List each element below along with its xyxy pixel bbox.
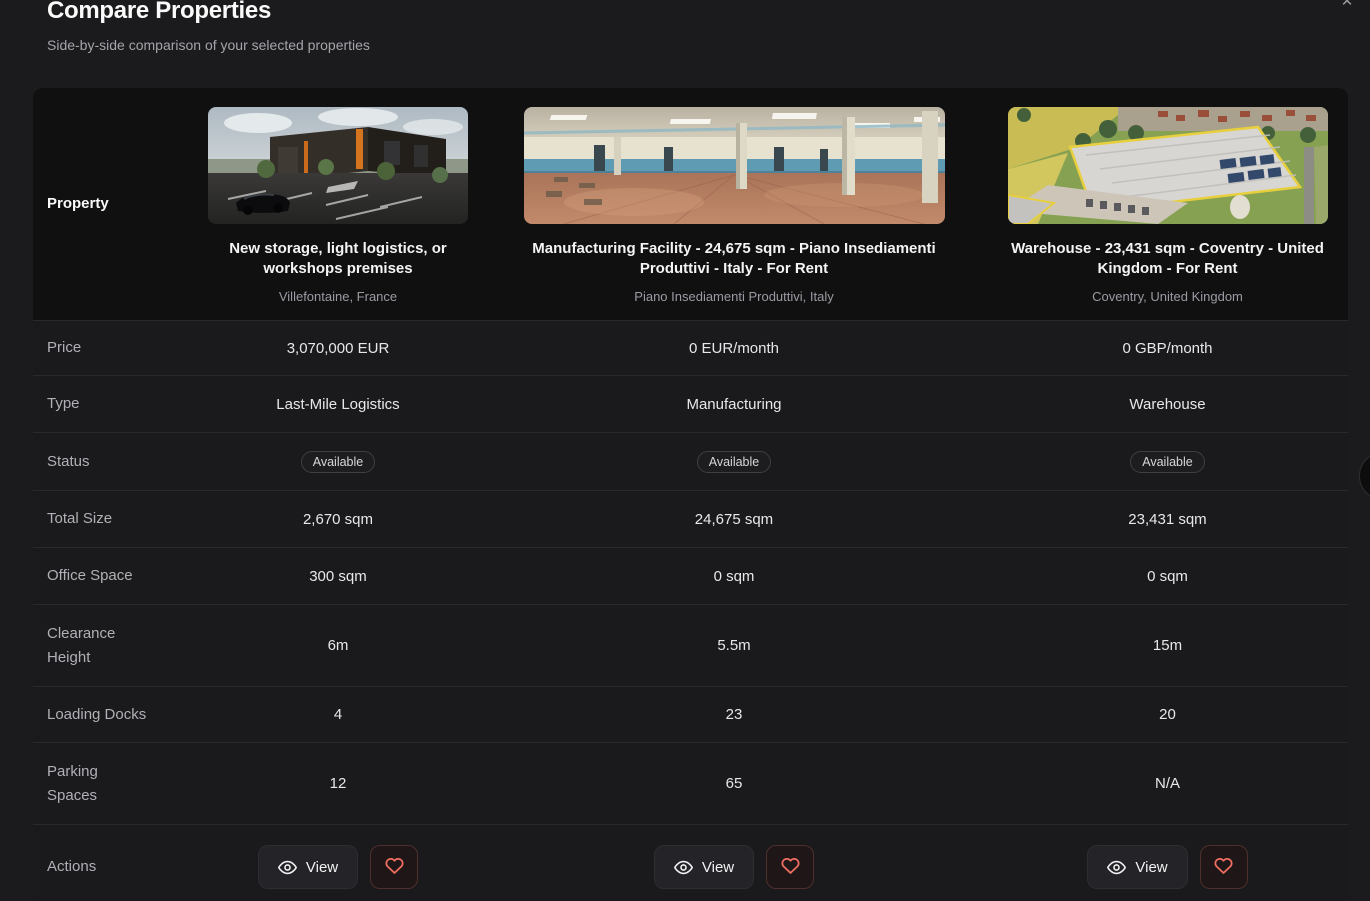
heart-icon — [384, 855, 405, 879]
property-card-3: Warehouse - 23,431 sqm - Coventry - Unit… — [987, 88, 1348, 304]
row-label-clearance-height: Clearance Height — [47, 624, 116, 666]
table-row-actions: Actions View View View — [33, 824, 1348, 901]
view-button-label: View — [701, 858, 735, 876]
property-photo-2 — [523, 107, 945, 224]
status-badge: Available — [300, 450, 376, 473]
favorite-button[interactable] — [766, 845, 815, 889]
table-row-loading-docks: Loading Docks 4 23 20 — [33, 686, 1348, 742]
type-value: Warehouse — [1129, 395, 1206, 413]
property-location: Villefontaine, France — [278, 288, 398, 304]
comparison-table: Property New storage, light logistics, o… — [33, 88, 1348, 901]
edge-floating-button[interactable] — [1359, 452, 1370, 500]
property-photo-1 — [208, 107, 468, 224]
clearance-height-value: 15m — [1152, 637, 1183, 654]
table-row-clearance-height: Clearance Height 6m 5.5m 15m — [33, 604, 1348, 686]
row-label-status: Status — [47, 452, 90, 470]
row-label-parking-spaces: Parking Spaces — [47, 762, 98, 804]
property-location: Piano Insediamenti Produttivi, Italy — [634, 288, 834, 304]
price-value: 0 EUR/month — [688, 339, 780, 357]
property-title: Manufacturing Facility - 24,675 sqm - Pi… — [532, 240, 936, 278]
table-row-status: Status Available Available Available — [33, 432, 1348, 490]
type-value: Manufacturing — [686, 395, 782, 413]
table-row-office-space: Office Space 300 sqm 0 sqm 0 sqm — [33, 547, 1348, 604]
loading-docks-value: 20 — [1159, 706, 1176, 723]
parking-spaces-value: 65 — [725, 775, 743, 792]
eye-icon — [673, 858, 693, 877]
status-badge: Available — [696, 450, 772, 473]
price-value: 0 GBP/month — [1122, 339, 1213, 357]
view-button[interactable]: View — [1087, 845, 1188, 889]
office-space-value: 0 sqm — [1147, 567, 1188, 585]
row-label-type: Type — [47, 395, 80, 412]
property-card-1: New storage, light logistics, or worksho… — [195, 88, 481, 304]
row-label-actions: Actions — [47, 858, 97, 875]
parking-spaces-value: 12 — [329, 775, 347, 792]
table-row-total-size: Total Size 2,670 sqm 24,675 sqm 23,431 s… — [33, 490, 1348, 547]
status-badge: Available — [1130, 450, 1205, 473]
property-title: Warehouse - 23,431 sqm - Coventry - Unit… — [1011, 240, 1324, 278]
view-button-label: View — [1135, 858, 1168, 876]
row-label-loading-docks: Loading Docks — [47, 705, 147, 723]
loading-docks-value: 4 — [333, 706, 343, 723]
parking-spaces-value: N/A — [1154, 775, 1180, 792]
view-button[interactable]: View — [653, 845, 755, 889]
total-size-value: 24,675 sqm — [694, 510, 774, 528]
heart-icon — [1213, 855, 1234, 879]
clearance-height-value: 6m — [327, 637, 349, 654]
office-space-value: 0 sqm — [713, 567, 755, 585]
row-label-total-size: Total Size — [47, 510, 113, 527]
table-row-type: Type Last-Mile Logistics Manufacturing W… — [33, 375, 1348, 432]
row-label-property: Property — [47, 195, 109, 212]
row-label-office-space: Office Space — [47, 567, 133, 584]
page-subtitle: Side-by-side comparison of your selected… — [47, 37, 370, 53]
view-button-label: View — [305, 858, 339, 876]
property-card-2: Manufacturing Facility - 24,675 sqm - Pi… — [481, 88, 987, 304]
page-title: Compare Properties — [47, 0, 272, 24]
total-size-value: 2,670 sqm — [302, 510, 374, 528]
office-space-value: 300 sqm — [309, 567, 367, 585]
property-title: New storage, light logistics, or worksho… — [229, 240, 447, 278]
property-photo-3 — [1007, 107, 1328, 224]
clearance-height-value: 5.5m — [717, 637, 751, 654]
property-header-row: Property New storage, light logistics, o… — [33, 88, 1348, 320]
type-value: Last-Mile Logistics — [276, 395, 400, 413]
close-icon[interactable]: ✕ — [1336, 0, 1358, 13]
favorite-button[interactable] — [1199, 845, 1248, 889]
compare-properties-header: Compare Properties Side-by-side comparis… — [47, 0, 370, 53]
loading-docks-value: 23 — [725, 706, 743, 723]
price-value: 3,070,000 EUR — [286, 339, 390, 357]
eye-icon — [1107, 858, 1127, 877]
favorite-button[interactable] — [370, 845, 419, 889]
row-label-price: Price — [47, 339, 82, 356]
heart-icon — [780, 855, 801, 879]
total-size-value: 23,431 sqm — [1128, 510, 1207, 528]
table-row-parking-spaces: Parking Spaces 12 65 N/A — [33, 742, 1348, 824]
property-location: Coventry, United Kingdom — [1092, 288, 1243, 304]
table-row-price: Price 3,070,000 EUR 0 EUR/month 0 GBP/mo… — [33, 320, 1348, 375]
view-button[interactable]: View — [257, 845, 359, 889]
eye-icon — [277, 858, 297, 877]
